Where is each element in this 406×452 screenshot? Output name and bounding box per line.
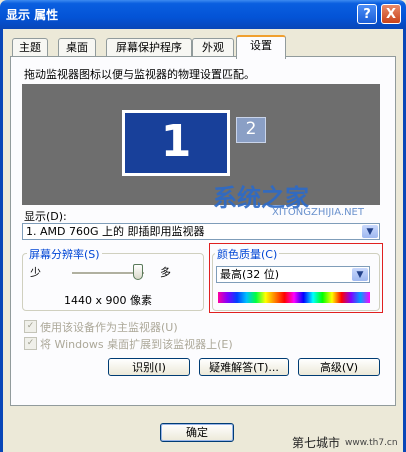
instruction-text: 拖动监视器图标以便与监视器的物理设置匹配。 [24,68,255,81]
title-bar: 显示 属性 ? X [0,0,406,29]
tab-screensaver[interactable]: 屏幕保护程序 [106,38,192,57]
display-select[interactable]: 1. AMD 760G 上的 即插即用监视器 ▼ [22,223,380,240]
slider-more-label: 多 [160,266,171,279]
primary-monitor-label: 使用该设备作为主监视器(U) [40,321,178,334]
extend-desktop-checkbox[interactable]: ✓ [24,337,37,350]
tab-appearance[interactable]: 外观 [192,38,234,57]
display-label: 显示(D): [24,210,67,223]
watermark-corner-name: 第七城市 [292,436,341,450]
highlight-box [209,243,383,313]
help-button[interactable]: ? [357,4,377,24]
identify-button[interactable]: 识别(I) [108,358,190,376]
advanced-button[interactable]: 高级(V) [298,358,380,376]
close-button[interactable]: X [381,4,401,24]
chevron-down-icon[interactable]: ▼ [362,225,378,238]
tab-settings[interactable]: 设置 [236,35,286,59]
resolution-slider-thumb[interactable] [133,264,143,280]
watermark-site-url: XITONGZHIJIA.NET [272,207,364,218]
troubleshoot-button[interactable]: 疑难解答(T)... [199,358,289,376]
tab-desktop[interactable]: 桌面 [58,38,96,57]
resolution-value: 1440 x 900 像素 [64,294,152,307]
monitor-1-icon[interactable]: 1 [122,110,230,176]
window-title: 显示 属性 [6,8,59,22]
slider-less-label: 少 [30,266,41,279]
ok-button[interactable]: 确定 [160,423,234,442]
display-value: 1. AMD 760G 上的 即插即用监视器 [26,225,205,238]
extend-desktop-label: 将 Windows 桌面扩展到该监视器上(E) [40,338,233,351]
monitor-2-icon[interactable]: 2 [236,117,266,143]
tab-themes[interactable]: 主题 [12,38,48,57]
primary-monitor-checkbox[interactable]: ✓ [24,320,37,333]
resolution-label: 屏幕分辨率(S) [27,246,102,262]
watermark-corner-url: www.th7.cn [345,438,398,448]
